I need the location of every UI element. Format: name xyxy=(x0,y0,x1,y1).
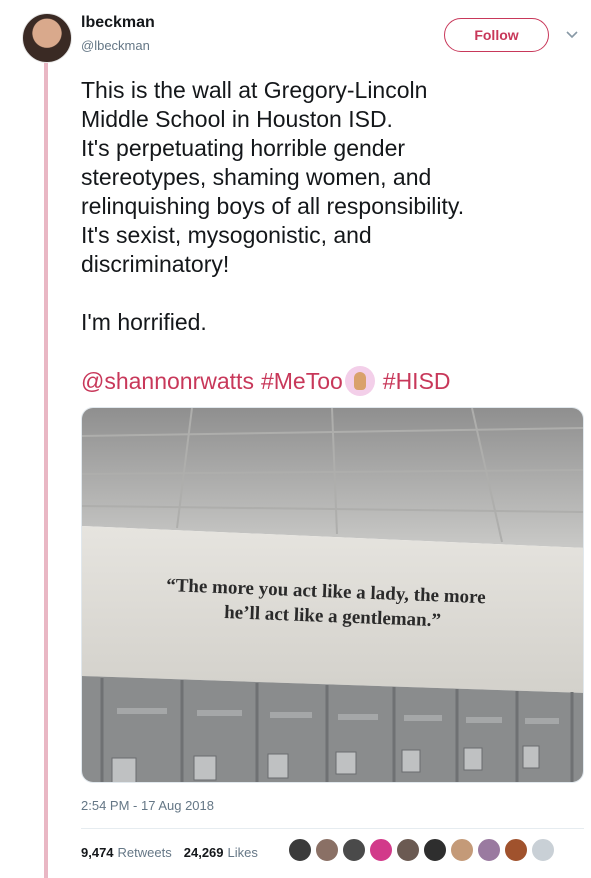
likes-count: 24,269 xyxy=(183,845,224,860)
retweets-count: 9,474 xyxy=(81,845,114,860)
likes-label: Likes xyxy=(227,845,258,860)
display-name[interactable]: lbeckman xyxy=(81,14,155,32)
liker-avatar[interactable] xyxy=(315,838,339,862)
liker-avatar[interactable] xyxy=(450,838,474,862)
follow-button[interactable]: Follow xyxy=(444,18,549,52)
thread-line xyxy=(44,62,48,878)
divider xyxy=(81,828,584,829)
raised-hands-emoji-icon xyxy=(344,366,375,396)
retweets-stat[interactable]: 9,474 Retweets xyxy=(81,845,172,860)
liker-avatar[interactable] xyxy=(369,838,393,862)
liker-avatar[interactable] xyxy=(288,838,312,862)
user-handle[interactable]: @lbeckman xyxy=(81,38,150,53)
retweets-label: Retweets xyxy=(117,845,172,860)
tweet-photo[interactable]: “The more you act like a lady, the more … xyxy=(81,407,584,783)
chevron-down-icon[interactable] xyxy=(565,28,579,42)
liker-avatars xyxy=(288,838,555,862)
likes-stat[interactable]: 24,269 Likes xyxy=(184,845,258,860)
liker-avatar[interactable] xyxy=(531,838,555,862)
hashtag-metoo-link[interactable]: #MeToo xyxy=(261,367,343,396)
hallway-photo: “The more you act like a lady, the more … xyxy=(82,408,583,782)
engagement-stats: 9,474 Retweets 24,269 Likes xyxy=(81,845,258,860)
tweet-text: This is the wall at Gregory-Lincoln Midd… xyxy=(81,77,465,335)
liker-avatar[interactable] xyxy=(477,838,501,862)
liker-avatar[interactable] xyxy=(423,838,447,862)
liker-avatar[interactable] xyxy=(504,838,528,862)
mention-link[interactable]: @shannonrwatts xyxy=(81,367,254,396)
tweet-timestamp[interactable]: 2:54 PM - 17 Aug 2018 xyxy=(81,798,214,813)
avatar[interactable] xyxy=(22,13,72,63)
hashtag-hisd-link[interactable]: #HISD xyxy=(383,367,451,396)
liker-avatar[interactable] xyxy=(396,838,420,862)
liker-avatar[interactable] xyxy=(342,838,366,862)
tweet-tags: @shannonrwatts #MeToo #HISD xyxy=(81,366,451,396)
